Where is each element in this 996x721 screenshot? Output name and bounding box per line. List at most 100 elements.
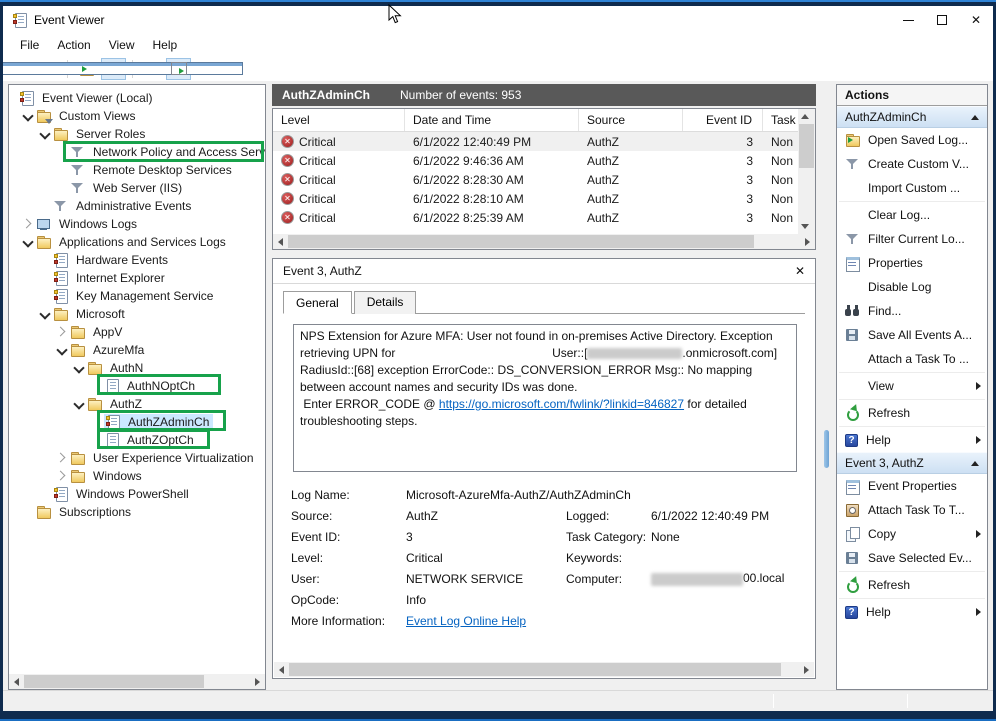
- tree-item-custom-views[interactable]: Custom Views: [9, 107, 265, 125]
- tree-item-authn[interactable]: AuthN: [9, 359, 265, 377]
- action-find[interactable]: Find...: [837, 299, 987, 323]
- scroll-up-arrow[interactable]: [798, 109, 815, 124]
- actions-section-authzadminch[interactable]: AuthZAdminCh: [837, 106, 987, 128]
- action-view[interactable]: View: [837, 374, 987, 398]
- scroll-right-arrow[interactable]: [800, 234, 815, 249]
- menu-view[interactable]: View: [100, 36, 144, 54]
- tree-item-network-policy-access[interactable]: Network Policy and Access Servic: [9, 143, 265, 161]
- chevron-expanded-icon[interactable]: [19, 108, 36, 125]
- event-row[interactable]: Critical 6/1/2022 9:46:36 AM AuthZ 3 Non: [273, 151, 798, 170]
- show-console-tree-button[interactable]: [101, 58, 126, 80]
- tree-item-windows-powershell[interactable]: Windows PowerShell: [9, 485, 265, 503]
- scrollbar-thumb[interactable]: [288, 235, 754, 248]
- action-attach-task-to-log[interactable]: Attach a Task To ...: [837, 347, 987, 371]
- tree-item-event-viewer-local[interactable]: Event Viewer (Local): [9, 89, 265, 107]
- collapse-section-icon[interactable]: [971, 115, 979, 120]
- tree-horizontal-scrollbar[interactable]: [9, 674, 265, 689]
- chevron-collapsed-icon[interactable]: [19, 216, 36, 233]
- minimize-button[interactable]: [891, 6, 925, 34]
- tree-item-authz[interactable]: AuthZ: [9, 395, 265, 413]
- splitter-handle[interactable]: [824, 430, 829, 468]
- menu-action[interactable]: Action: [48, 36, 99, 54]
- action-help-event[interactable]: Help: [837, 600, 987, 624]
- scroll-right-arrow[interactable]: [799, 662, 814, 677]
- tree-item-administrative-events[interactable]: Administrative Events: [9, 197, 265, 215]
- scroll-left-arrow[interactable]: [274, 662, 289, 677]
- close-button[interactable]: [959, 6, 993, 34]
- chevron-collapsed-icon[interactable]: [53, 468, 70, 485]
- action-help[interactable]: Help: [837, 428, 987, 452]
- chevron-expanded-icon[interactable]: [70, 360, 87, 377]
- scrollbar-thumb[interactable]: [799, 124, 814, 168]
- chevron-expanded-icon[interactable]: [19, 234, 36, 251]
- chevron-collapsed-icon[interactable]: [53, 324, 70, 341]
- action-properties[interactable]: Properties: [837, 251, 987, 275]
- tree-item-azuremfa[interactable]: AzureMfa: [9, 341, 265, 359]
- chevron-expanded-icon[interactable]: [36, 306, 53, 323]
- action-save-selected-events[interactable]: Save Selected Ev...: [837, 546, 987, 570]
- chevron-expanded-icon[interactable]: [36, 126, 53, 143]
- scrollbar-thumb[interactable]: [289, 663, 781, 676]
- tree-item-microsoft[interactable]: Microsoft: [9, 305, 265, 323]
- tree-item-authzoptch[interactable]: AuthZOptCh: [9, 431, 265, 449]
- chevron-expanded-icon[interactable]: [70, 396, 87, 413]
- actions-section-event3-authz[interactable]: Event 3, AuthZ: [837, 452, 987, 474]
- action-attach-task-to-event[interactable]: Attach Task To T...: [837, 498, 987, 522]
- tree-item-web-server-iis[interactable]: Web Server (IIS): [9, 179, 265, 197]
- scroll-down-arrow[interactable]: [798, 219, 815, 234]
- event-row[interactable]: Critical 6/1/2022 8:25:39 AM AuthZ 3 Non: [273, 208, 798, 227]
- column-task[interactable]: Task: [763, 109, 798, 131]
- tree-item-server-roles[interactable]: Server Roles: [9, 125, 265, 143]
- close-detail-icon[interactable]: ✕: [795, 264, 805, 278]
- scroll-left-arrow[interactable]: [273, 234, 288, 249]
- scroll-left-arrow[interactable]: [9, 674, 24, 689]
- event-row[interactable]: Critical 6/1/2022 8:28:30 AM AuthZ 3 Non: [273, 170, 798, 189]
- maximize-button[interactable]: [925, 6, 959, 34]
- scroll-right-arrow[interactable]: [250, 674, 265, 689]
- column-level[interactable]: Level: [273, 109, 405, 131]
- collapse-section-icon[interactable]: [971, 461, 979, 466]
- menu-file[interactable]: File: [11, 36, 48, 54]
- action-clear-log[interactable]: Clear Log...: [837, 203, 987, 227]
- event-row[interactable]: Critical 6/1/2022 8:28:10 AM AuthZ 3 Non: [273, 189, 798, 208]
- scrollbar-thumb[interactable]: [24, 675, 204, 688]
- tree-item-subscriptions[interactable]: Subscriptions: [9, 503, 265, 521]
- action-create-custom-view[interactable]: Create Custom V...: [837, 152, 987, 176]
- pane-splitter[interactable]: [822, 84, 830, 690]
- column-event-id[interactable]: Event ID: [683, 109, 763, 131]
- tree-item-key-management-service[interactable]: Key Management Service: [9, 287, 265, 305]
- menu-help[interactable]: Help: [144, 36, 187, 54]
- action-refresh-event[interactable]: Refresh: [837, 573, 987, 597]
- tree-item-user-experience-virtualization[interactable]: User Experience Virtualization: [9, 449, 265, 467]
- error-code-link[interactable]: https://go.microsoft.com/fwlink/?linkid=…: [439, 397, 684, 411]
- event-list-vertical-scrollbar[interactable]: [798, 109, 815, 234]
- column-date-time[interactable]: Date and Time: [405, 109, 579, 131]
- event-log-online-help-link[interactable]: Event Log Online Help: [406, 614, 526, 628]
- tree-item-remote-desktop-services[interactable]: Remote Desktop Services: [9, 161, 265, 179]
- tree-item-appv[interactable]: AppV: [9, 323, 265, 341]
- event-row[interactable]: Critical 6/1/2022 12:40:49 PM AuthZ 3 No…: [273, 132, 798, 151]
- tree-item-hardware-events[interactable]: Hardware Events: [9, 251, 265, 269]
- tree-item-internet-explorer[interactable]: Internet Explorer: [9, 269, 265, 287]
- chevron-collapsed-icon[interactable]: [53, 450, 70, 467]
- tab-general[interactable]: General: [283, 291, 352, 314]
- tree-item-authnoptch[interactable]: AuthNOptCh: [9, 377, 265, 395]
- action-disable-log[interactable]: Disable Log: [837, 275, 987, 299]
- chevron-expanded-icon[interactable]: [53, 342, 70, 359]
- column-source[interactable]: Source: [579, 109, 683, 131]
- event-description[interactable]: NPS Extension for Azure MFA: User not fo…: [293, 324, 797, 472]
- tree-item-applications-services-logs[interactable]: Applications and Services Logs: [9, 233, 265, 251]
- action-copy[interactable]: Copy: [837, 522, 987, 546]
- tree-item-windows[interactable]: Windows: [9, 467, 265, 485]
- event-list-horizontal-scrollbar[interactable]: [273, 234, 815, 249]
- action-import-custom-view[interactable]: Import Custom ...: [837, 176, 987, 200]
- tree-item-windows-logs[interactable]: Windows Logs: [9, 215, 265, 233]
- action-event-properties[interactable]: Event Properties: [837, 474, 987, 498]
- tab-details[interactable]: Details: [354, 291, 417, 314]
- action-refresh[interactable]: Refresh: [837, 401, 987, 425]
- action-save-all-events[interactable]: Save All Events A...: [837, 323, 987, 347]
- action-filter-current-log[interactable]: Filter Current Lo...: [837, 227, 987, 251]
- detail-horizontal-scrollbar[interactable]: [274, 662, 814, 677]
- action-open-saved-log[interactable]: Open Saved Log...: [837, 128, 987, 152]
- tree-item-authzadminch[interactable]: AuthZAdminCh: [9, 413, 265, 431]
